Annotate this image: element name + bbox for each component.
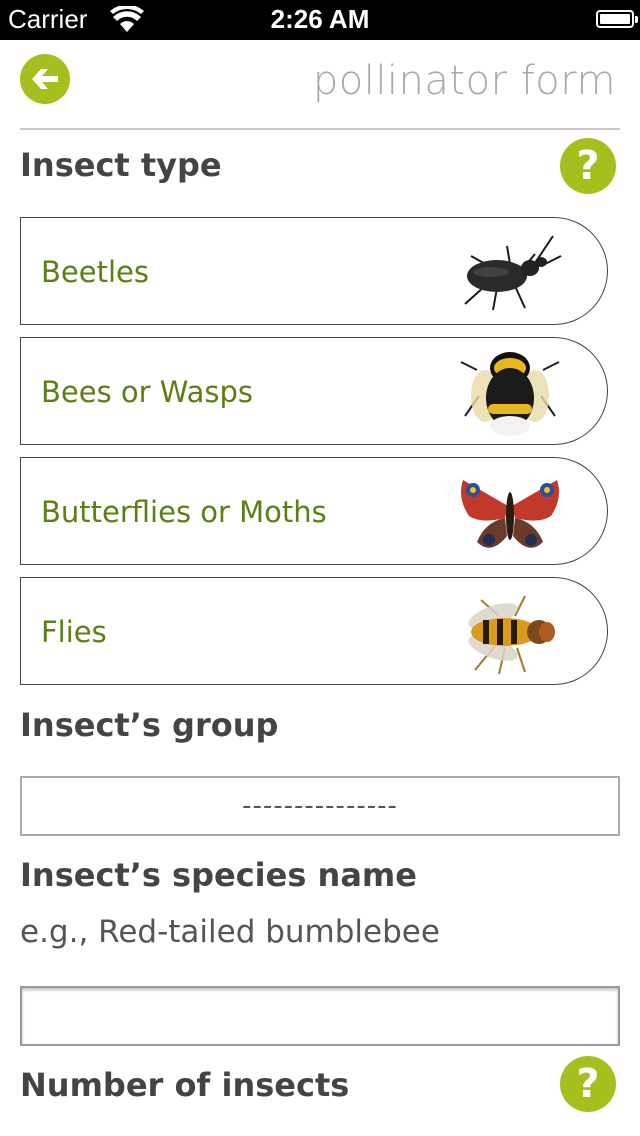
insect-type-heading: Insect type — [20, 146, 222, 184]
option-label: Beetles — [41, 255, 149, 289]
species-name-input[interactable] — [20, 986, 620, 1046]
insect-group-select[interactable]: --------------- — [20, 776, 620, 836]
number-of-insects-heading: Number of insects — [20, 1066, 350, 1104]
bee-icon — [460, 352, 560, 436]
butterfly-icon — [461, 480, 559, 548]
status-bar: Carrier 2:26 AM — [0, 0, 640, 40]
battery-icon — [596, 10, 638, 28]
option-flies[interactable]: Flies — [20, 577, 608, 685]
option-label: Flies — [41, 615, 107, 649]
help-icon-number-of-insects[interactable]: ? — [560, 1056, 616, 1112]
option-butterflies-or-moths[interactable]: Butterflies or Moths — [20, 457, 608, 565]
fly-icon — [468, 595, 555, 675]
back-arrow-icon — [32, 69, 58, 89]
option-label: Bees or Wasps — [41, 375, 254, 409]
header-divider — [20, 128, 620, 130]
option-beetles[interactable]: Beetles — [20, 217, 608, 325]
option-bees-or-wasps[interactable]: Bees or Wasps — [20, 337, 608, 445]
help-icon-insect-type[interactable]: ? — [560, 138, 616, 194]
back-button[interactable] — [20, 54, 70, 104]
insect-group-heading: Insect’s group — [20, 706, 279, 744]
page-title: pollinator form — [312, 58, 616, 104]
clock: 2:26 AM — [270, 4, 370, 34]
beetle-icon — [464, 235, 562, 311]
option-label: Butterflies or Moths — [41, 495, 327, 529]
species-name-heading: Insect’s species name — [20, 856, 417, 894]
species-name-hint: e.g., Red-tailed bumblebee — [20, 914, 440, 950]
